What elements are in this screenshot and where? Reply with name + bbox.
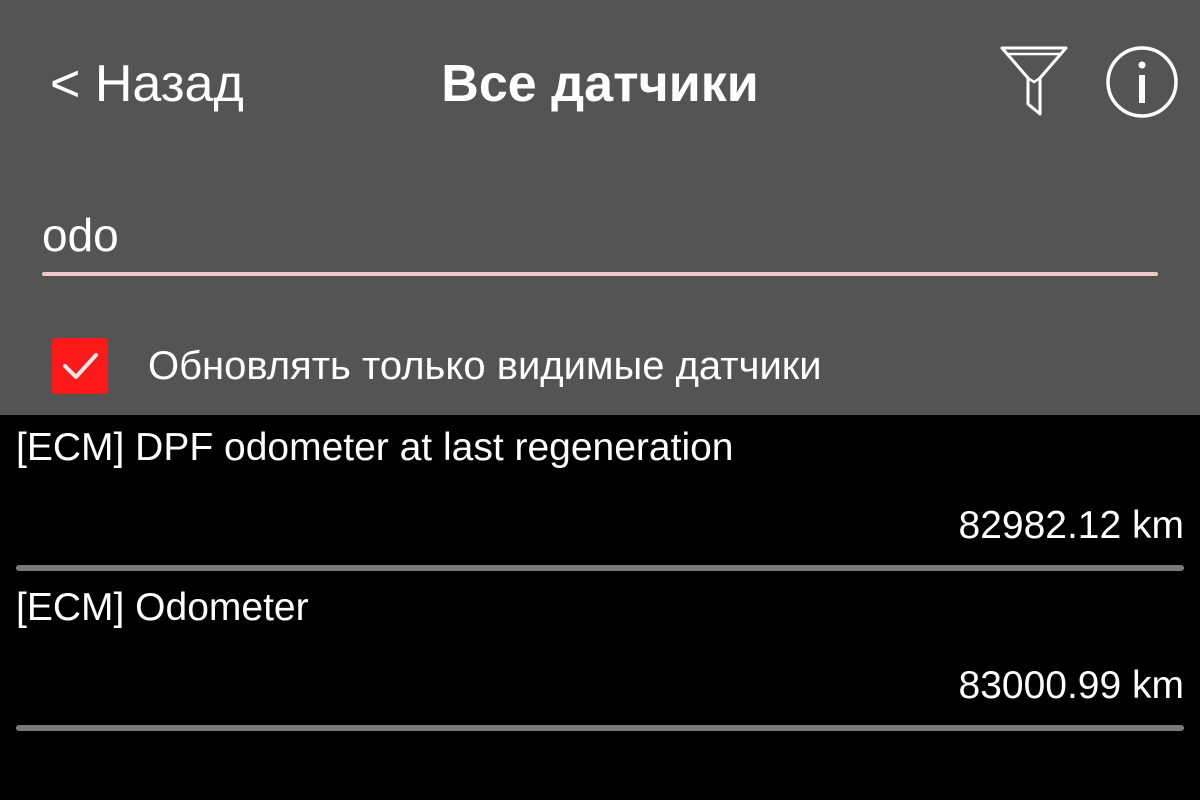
filter-funnel-icon [1000,46,1068,116]
search-underline [42,272,1158,276]
update-visible-only-option[interactable]: Обновлять только видимые датчики [52,336,1052,396]
sensor-divider [16,725,1184,731]
checkmark-icon [63,353,98,379]
filter-button[interactable] [996,40,1072,120]
search-field [42,200,1158,278]
sensor-divider [16,565,1184,571]
update-visible-only-checkbox[interactable] [52,338,108,394]
sensor-name: [ECM] Odometer [16,586,309,629]
sensor-item-odometer[interactable]: [ECM] Odometer 83000.99 km [0,575,1200,735]
back-button[interactable]: < Назад [50,52,244,116]
app-screen: < Назад Все датчики odo Обновлять только… [0,0,1200,800]
sensor-list: [ECM] DPF odometer at last regeneration … [0,415,1200,735]
sensor-value: 83000.99 km [958,664,1185,707]
header-bar: < Назад Все датчики [0,0,1200,170]
info-circle-icon [1106,46,1178,118]
top-panel: < Назад Все датчики odo Обновлять только… [0,0,1200,415]
update-visible-only-label: Обновлять только видимые датчики [148,344,822,388]
sensor-item-dpf-odometer[interactable]: [ECM] DPF odometer at last regeneration … [0,415,1200,575]
sensor-name: [ECM] DPF odometer at last regeneration [16,426,734,469]
sensor-value: 82982.12 km [958,504,1185,547]
info-button[interactable] [1104,44,1180,120]
search-input[interactable] [42,200,1158,270]
